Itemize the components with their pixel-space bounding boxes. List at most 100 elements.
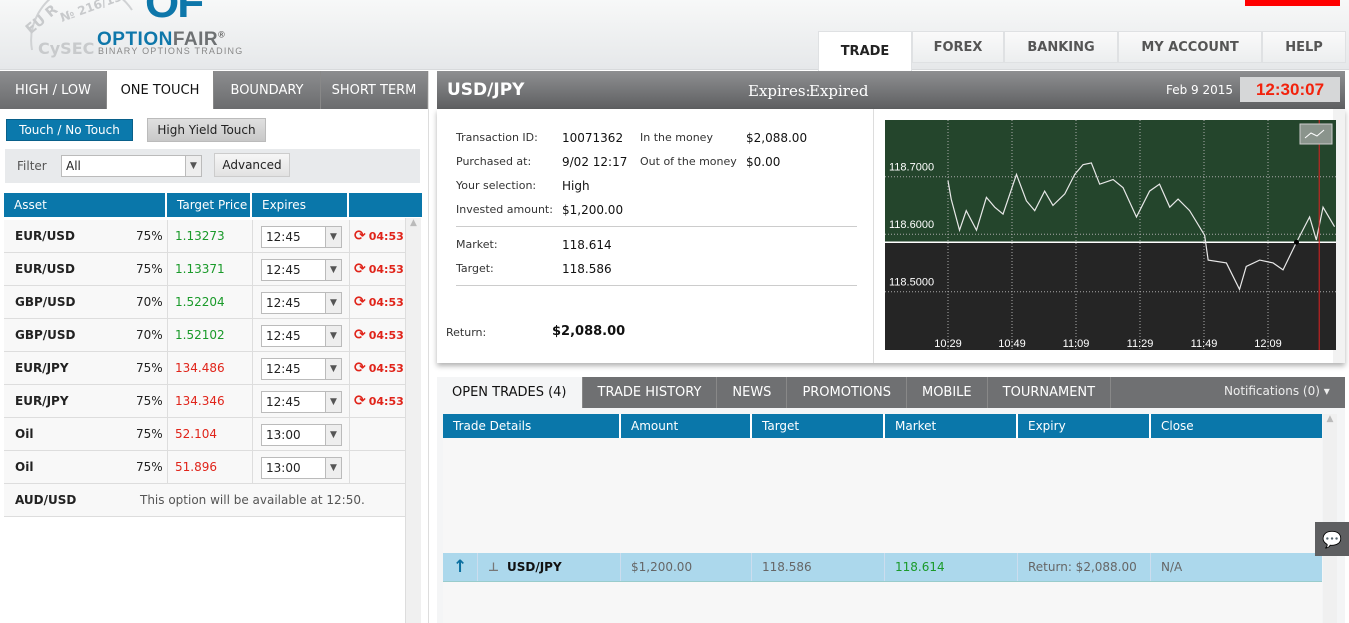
asset-name: AUD/USD — [15, 493, 77, 507]
divider — [456, 226, 857, 227]
payout-percent: 70% — [136, 328, 163, 342]
red-button[interactable] — [1245, 0, 1340, 6]
table-row[interactable]: Oil 75% 51.896 13:00 ▼ — [4, 451, 405, 484]
countdown: 04:53 — [368, 361, 404, 375]
advanced-button[interactable]: Advanced — [214, 153, 290, 177]
chevron-down-icon: ▼ — [325, 359, 341, 379]
in-money-value: $2,088.00 — [746, 131, 808, 145]
filter-bar: Filter All ▼ Advanced — [5, 149, 420, 183]
target-label: Target: — [456, 262, 494, 275]
divider — [873, 109, 874, 363]
assets-scrollbar[interactable]: ▲ — [405, 218, 421, 623]
nav-forex[interactable]: FOREX — [912, 31, 1004, 63]
target-price: 1.13371 — [175, 262, 225, 276]
col-market: Market — [885, 414, 1018, 438]
expires-value: 12:45 — [266, 362, 301, 376]
expires-select[interactable]: 12:45 ▼ — [261, 391, 342, 413]
clock-icon: ⟳ — [354, 360, 366, 376]
chat-icon[interactable]: 💬 — [1315, 522, 1349, 556]
col-target-price: Target Price — [167, 193, 252, 217]
expires-select[interactable]: 12:45 ▼ — [261, 226, 342, 248]
tab-short-term[interactable]: SHORT TERM — [321, 71, 428, 109]
scroll-up-icon[interactable]: ▲ — [406, 218, 421, 228]
chevron-down-icon: ▼ — [325, 458, 341, 478]
scroll-up-icon[interactable]: ▲ — [1323, 414, 1337, 424]
trade-close: N/A — [1161, 560, 1183, 574]
clock-icon: ⟳ — [354, 327, 366, 343]
filter-select[interactable]: All ▼ — [61, 155, 202, 177]
table-row[interactable]: EUR/JPY 75% 134.486 12:45 ▼ ⟳ 04:53 — [4, 352, 405, 385]
chart-type-button[interactable] — [1299, 123, 1333, 145]
table-row[interactable]: GBP/USD 70% 1.52102 12:45 ▼ ⟳ 04:53 — [4, 319, 405, 352]
expires-value: 13:00 — [266, 428, 301, 442]
col-timer — [349, 193, 422, 217]
open-trades-body — [443, 438, 1322, 623]
table-row-unavailable: AUD/USD This option will be available at… — [4, 484, 405, 517]
price-chart[interactable]: 118.7000 118.6000 118.5000 10:29 10:49 11:09 1… — [885, 120, 1336, 350]
expires-value: 12:45 — [266, 329, 301, 343]
tab-mobile[interactable]: MOBILE — [906, 377, 988, 408]
tab-trade-history[interactable]: TRADE HISTORY — [582, 377, 718, 408]
table-row[interactable]: EUR/USD 75% 1.13273 12:45 ▼ ⟳ 04:53 — [4, 220, 405, 253]
y-tick-label: 118.6000 — [889, 219, 934, 231]
market-label: Market: — [456, 238, 498, 251]
expires-select[interactable]: 12:45 ▼ — [261, 292, 342, 314]
trade-asset: USD/JPY — [447, 80, 525, 100]
col-expires: Expires — [252, 193, 349, 217]
trade-header: USD/JPY Expires: Expired Feb 9 2015 12:3… — [437, 71, 1345, 109]
expires-value: 12:45 — [266, 296, 301, 310]
payout-percent: 75% — [136, 262, 163, 276]
target-price: 134.346 — [175, 394, 225, 408]
tab-boundary[interactable]: BOUNDARY — [214, 71, 321, 109]
tab-high-low[interactable]: HIGH / LOW — [0, 71, 107, 109]
table-row[interactable]: EUR/JPY 75% 134.346 12:45 ▼ ⟳ 04:53 — [4, 385, 405, 418]
target-price: 1.52204 — [175, 295, 225, 309]
transaction-id: 10071362 — [562, 131, 624, 145]
expires-select[interactable]: 12:45 ▼ — [261, 325, 342, 347]
invested-label: Invested amount: — [456, 203, 553, 216]
table-row[interactable]: Oil 75% 52.104 13:00 ▼ — [4, 418, 405, 451]
countdown: 04:53 — [368, 328, 404, 342]
asset-name: EUR/JPY — [15, 361, 69, 375]
asset-name: EUR/USD — [15, 262, 75, 276]
logo-reg: ® — [218, 29, 226, 40]
table-row[interactable]: ↑ ⊥ USD/JPY $1,200.00 118.586 118.614 Ret… — [443, 553, 1322, 582]
high-yield-touch-button[interactable]: High Yield Touch — [147, 118, 266, 142]
open-trades-header: Trade Details Amount Target Market Expiry Clo… — [443, 414, 1322, 438]
pin-icon: ⊥ — [488, 560, 499, 574]
return-value: $2,088.00 — [552, 324, 626, 339]
tab-open-trades[interactable]: OPEN TRADES (4) — [437, 377, 583, 408]
tab-one-touch[interactable]: ONE TOUCH — [107, 71, 214, 109]
tab-promotions[interactable]: PROMOTIONS — [787, 377, 907, 408]
expires-label: Expires: — [748, 82, 811, 100]
purchase-point — [1293, 239, 1299, 245]
touch-no-touch-button[interactable]: Touch / No Touch — [6, 119, 133, 141]
purchased-label: Purchased at: — [456, 155, 532, 168]
open-trades-scrollbar[interactable]: ▲ — [1323, 414, 1337, 623]
logo-tagline: BINARY OPTIONS TRADING — [98, 46, 244, 56]
expires-select[interactable]: 13:00 ▼ — [261, 424, 342, 446]
table-row[interactable]: GBP/USD 70% 1.52204 12:45 ▼ ⟳ 04:53 — [4, 286, 405, 319]
nav-banking[interactable]: BANKING — [1004, 31, 1118, 63]
expires-select[interactable]: 12:45 ▼ — [261, 259, 342, 281]
tab-tournament[interactable]: TOURNAMENT — [987, 377, 1112, 408]
target-price: 1.13273 — [175, 229, 225, 243]
notifications-menu[interactable]: Notifications (0) ▾ — [1224, 384, 1330, 398]
selection-value: High — [562, 179, 590, 193]
tab-news[interactable]: NEWS — [717, 377, 788, 408]
col-target: Target — [752, 414, 885, 438]
expires-select[interactable]: 13:00 ▼ — [261, 457, 342, 479]
nav-help[interactable]: HELP — [1262, 31, 1346, 63]
svg-text:№ 216/13: № 216/13 — [58, 0, 124, 25]
target-price: 1.52102 — [175, 328, 225, 342]
x-tick-label: 11:09 — [1063, 338, 1090, 350]
nav-trade[interactable]: TRADE — [818, 31, 912, 71]
table-row[interactable]: EUR/USD 75% 1.13371 12:45 ▼ ⟳ 04:53 — [4, 253, 405, 286]
x-tick-label: 11:49 — [1191, 338, 1218, 350]
svg-text:CySEC: CySEC — [38, 39, 94, 58]
expires-select[interactable]: 12:45 ▼ — [261, 358, 342, 380]
out-money-label: Out of the money — [640, 155, 737, 168]
notifications-label: Notifications (0) — [1224, 384, 1320, 398]
clock-icon: ⟳ — [354, 393, 366, 409]
nav-my-account[interactable]: MY ACCOUNT — [1118, 31, 1262, 63]
